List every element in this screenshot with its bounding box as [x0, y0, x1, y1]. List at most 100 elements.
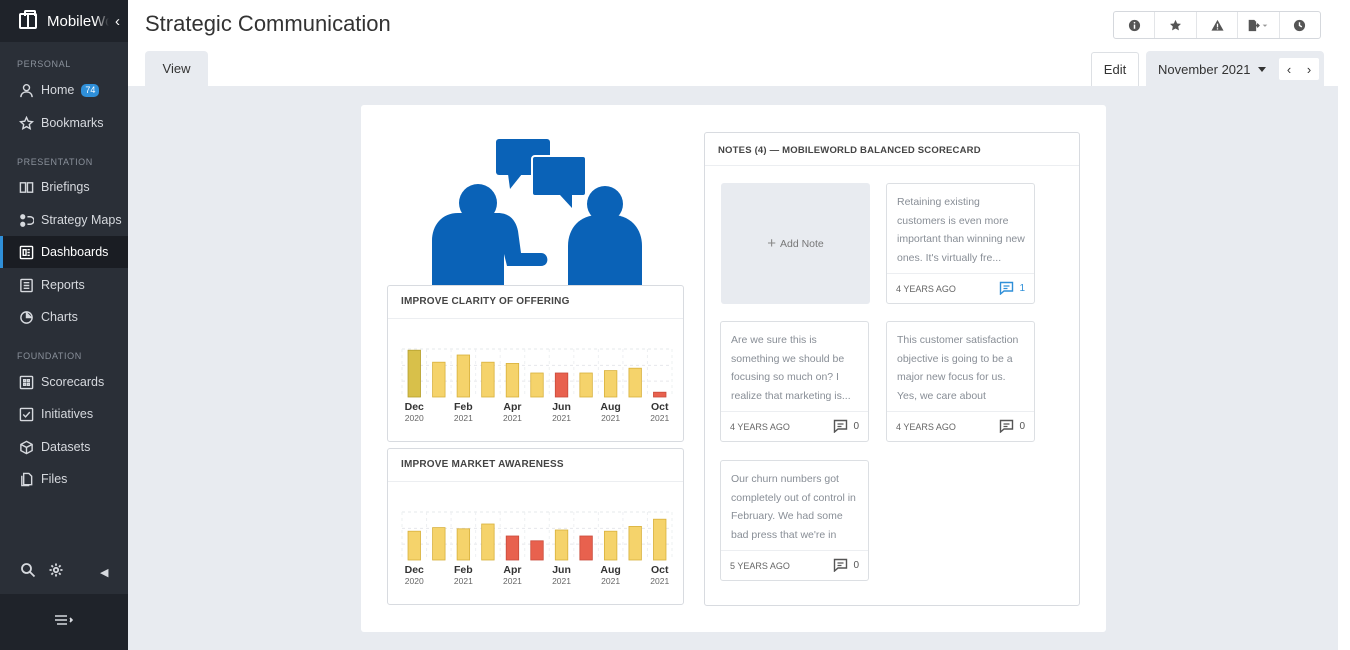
- sidebar: MobileWorld ‹ PERSONAL Home 74 Bookmarks…: [0, 0, 128, 650]
- page-title: Strategic Communication: [145, 11, 391, 36]
- sidebar-item-datasets[interactable]: Datasets: [0, 431, 128, 463]
- previous-period-button[interactable]: ‹: [1279, 58, 1299, 80]
- info-button[interactable]: [1114, 12, 1156, 38]
- chart-bar[interactable]: [530, 372, 544, 398]
- sidebar-item-home[interactable]: Home 74: [0, 74, 128, 106]
- collapse-sidebar-icon[interactable]: ‹: [115, 13, 120, 30]
- chart-bar[interactable]: [505, 363, 520, 398]
- x-tick-month: Feb: [454, 401, 473, 413]
- chart-bar[interactable]: [579, 535, 593, 561]
- bookmark-button[interactable]: [1155, 12, 1197, 38]
- note-text: Retaining existing customers is even mor…: [897, 196, 1025, 265]
- plus-icon: +: [767, 235, 776, 252]
- sidebar-item-label: Files: [41, 472, 68, 486]
- divider: [705, 165, 1079, 166]
- app-brand[interactable]: MobileWorld ‹: [0, 0, 128, 42]
- sidebar-item-briefings[interactable]: Briefings: [0, 171, 128, 203]
- bar-chart-awareness: Dec2020Feb2021Apr2021Jun2021Aug2021Oct20…: [401, 511, 673, 586]
- sidebar-item-label: Initiatives: [41, 407, 94, 421]
- add-note-label: Add Note: [779, 237, 824, 250]
- chart-bar[interactable]: [456, 528, 471, 561]
- chart-bar[interactable]: [481, 523, 495, 561]
- comment-icon: [834, 558, 848, 572]
- chart-bar[interactable]: [432, 361, 446, 398]
- chart-bar[interactable]: [407, 349, 421, 398]
- x-tick-year: 2021: [503, 413, 522, 423]
- next-period-button[interactable]: ›: [1299, 58, 1319, 80]
- sidebar-item-dashboards[interactable]: Dashboards: [0, 236, 128, 268]
- chart-bar[interactable]: [628, 526, 642, 561]
- note-text: Our churn numbers got completely out of …: [731, 473, 856, 542]
- chart-bar[interactable]: [653, 391, 667, 398]
- strategy-map-icon: [19, 213, 34, 228]
- card-title: IMPROVE MARKET AWARENESS: [401, 459, 564, 470]
- note-comments[interactable]: 0: [833, 558, 859, 572]
- note-age: 4 YEARS AGO: [730, 422, 790, 432]
- collapse-panel-icon[interactable]: ◀: [100, 566, 108, 579]
- add-note-button[interactable]: + Add Note: [721, 183, 870, 304]
- search-icon[interactable]: [20, 562, 36, 583]
- export-button[interactable]: [1238, 12, 1280, 38]
- sidebar-item-charts[interactable]: Charts: [0, 301, 128, 333]
- chart-bar[interactable]: [481, 361, 495, 398]
- x-tick-month: Aug: [600, 564, 620, 576]
- divider: [887, 411, 1034, 412]
- comment-count: 0: [853, 559, 859, 571]
- chart-bar[interactable]: [628, 367, 642, 398]
- note-card[interactable]: This customer satisfaction objective is …: [886, 321, 1035, 442]
- chart-bar[interactable]: [554, 372, 569, 398]
- page-toolbar: [1113, 11, 1321, 39]
- comment-icon: [1000, 419, 1014, 433]
- x-tick-year: 2021: [601, 413, 620, 423]
- x-tick-year: 2020: [405, 413, 424, 423]
- x-tick-year: 2021: [552, 576, 571, 586]
- sidebar-item-label: Briefings: [41, 180, 90, 194]
- sidebar-item-reports[interactable]: Reports: [0, 269, 128, 301]
- sidebar-item-bookmarks[interactable]: Bookmarks: [0, 107, 128, 139]
- note-card[interactable]: Retaining existing customers is even mor…: [886, 183, 1035, 304]
- cube-icon: [19, 440, 34, 455]
- sidebar-item-scorecards[interactable]: Scorecards: [0, 366, 128, 398]
- x-tick-month: Dec: [405, 401, 424, 413]
- tab-view[interactable]: View: [145, 51, 208, 86]
- note-comments[interactable]: 0: [999, 419, 1025, 433]
- x-tick-year: 2020: [405, 576, 424, 586]
- chart-bar[interactable]: [407, 530, 421, 561]
- x-tick-year: 2021: [552, 413, 571, 423]
- chart-bar[interactable]: [456, 354, 471, 398]
- sidebar-item-files[interactable]: Files: [0, 463, 128, 495]
- report-icon: [19, 278, 34, 293]
- gear-icon[interactable]: [48, 562, 64, 583]
- chart-bar[interactable]: [432, 527, 446, 561]
- chart-bar[interactable]: [579, 372, 593, 398]
- chart-bar[interactable]: [603, 530, 618, 561]
- history-button[interactable]: [1280, 12, 1320, 38]
- kpi-card-clarity-of-offering[interactable]: IMPROVE CLARITY OF OFFERING Dec 2020 Feb 20…: [387, 285, 684, 442]
- alert-button[interactable]: [1197, 12, 1239, 38]
- chart-bar[interactable]: [603, 370, 618, 398]
- note-comments[interactable]: 0: [833, 419, 859, 433]
- note-age: 4 YEARS AGO: [896, 284, 956, 294]
- chart-bar[interactable]: [505, 535, 520, 561]
- note-card[interactable]: Are we sure this is something we should …: [720, 321, 869, 442]
- pie-chart-icon: [19, 310, 34, 325]
- period-dropdown[interactable]: November 2021: [1158, 62, 1251, 77]
- dashboard-icon: [19, 245, 34, 260]
- chevron-down-icon[interactable]: [1258, 67, 1266, 72]
- chart-bar[interactable]: [653, 518, 667, 561]
- note-comments[interactable]: 1: [999, 281, 1025, 295]
- kpi-card-market-awareness[interactable]: IMPROVE MARKET AWARENESS Dec 2020 Feb 2021 A…: [387, 448, 684, 605]
- sidebar-item-strategy-maps[interactable]: Strategy Maps: [0, 204, 128, 236]
- chart-bar[interactable]: [530, 540, 544, 561]
- sidebar-item-initiatives[interactable]: Initiatives: [0, 398, 128, 430]
- x-tick-month: Feb: [454, 564, 473, 576]
- chart-bar[interactable]: [554, 529, 569, 561]
- app-name: MobileWorld: [47, 12, 109, 30]
- note-card[interactable]: Our churn numbers got completely out of …: [720, 460, 869, 581]
- x-tick-month: Oct: [651, 401, 669, 413]
- sidebar-item-label: Datasets: [41, 440, 91, 454]
- edit-button[interactable]: Edit: [1091, 52, 1139, 86]
- info-icon: [1128, 19, 1140, 31]
- menu-expand-icon[interactable]: [53, 613, 75, 632]
- sidebar-item-label: Bookmarks: [41, 116, 104, 130]
